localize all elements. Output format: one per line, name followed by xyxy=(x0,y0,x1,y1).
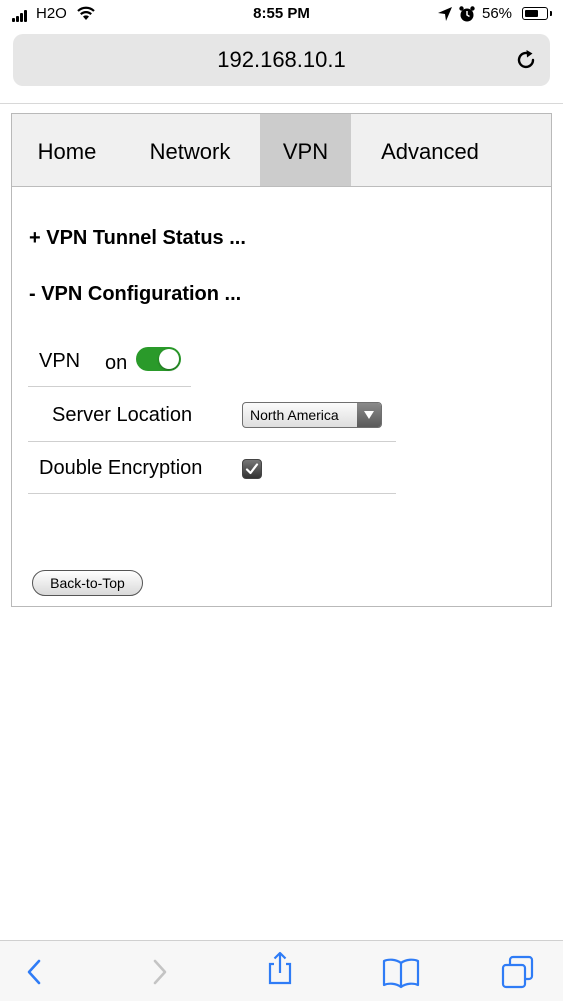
checkmark-icon xyxy=(245,463,259,475)
forward-arrow-icon[interactable] xyxy=(142,955,176,989)
status-time: 8:55 PM xyxy=(253,5,310,22)
double-encryption-label: Double Encryption xyxy=(39,457,203,479)
browser-toolbar xyxy=(0,940,563,1001)
top-nav: Home Network VPN Advanced xyxy=(12,114,551,187)
server-location-value: North America xyxy=(250,407,339,423)
alarm-icon xyxy=(459,6,475,22)
double-encryption-checkbox[interactable] xyxy=(242,459,262,479)
row-divider xyxy=(28,441,396,442)
url-text[interactable]: 192.168.10.1 xyxy=(13,47,550,73)
tab-home[interactable]: Home xyxy=(12,114,122,186)
reload-icon[interactable] xyxy=(514,48,538,72)
status-bar: H2O 8:55 PM 56% xyxy=(0,0,563,30)
battery-icon xyxy=(522,7,552,20)
address-bar[interactable]: 192.168.10.1 xyxy=(13,34,550,86)
battery-percentage: 56% xyxy=(482,5,513,22)
bookmarks-icon[interactable] xyxy=(381,955,421,989)
vpn-label: VPN xyxy=(39,350,81,372)
back-arrow-icon[interactable] xyxy=(18,955,52,989)
router-page: Home Network VPN Advanced + VPN Tunnel S… xyxy=(11,113,552,607)
vpn-tunnel-status-toggle[interactable]: + VPN Tunnel Status ... xyxy=(29,227,246,250)
vpn-state-text: on xyxy=(105,352,128,374)
row-divider xyxy=(28,493,396,494)
back-to-top-button[interactable]: Back-to-Top xyxy=(32,570,143,596)
vpn-configuration-toggle[interactable]: - VPN Configuration ... xyxy=(29,283,241,306)
header-divider xyxy=(0,103,563,104)
vpn-toggle[interactable] xyxy=(136,347,181,371)
tab-network[interactable]: Network xyxy=(135,114,245,186)
row-divider xyxy=(28,386,191,387)
server-location-label: Server Location xyxy=(52,404,193,426)
tabs-icon[interactable] xyxy=(501,955,535,989)
tab-advanced[interactable]: Advanced xyxy=(370,114,490,186)
location-arrow-icon xyxy=(438,7,452,21)
chevron-down-icon xyxy=(357,403,381,427)
tab-vpn[interactable]: VPN xyxy=(260,114,351,186)
share-icon[interactable] xyxy=(263,951,297,985)
server-location-select[interactable]: North America xyxy=(242,402,382,428)
